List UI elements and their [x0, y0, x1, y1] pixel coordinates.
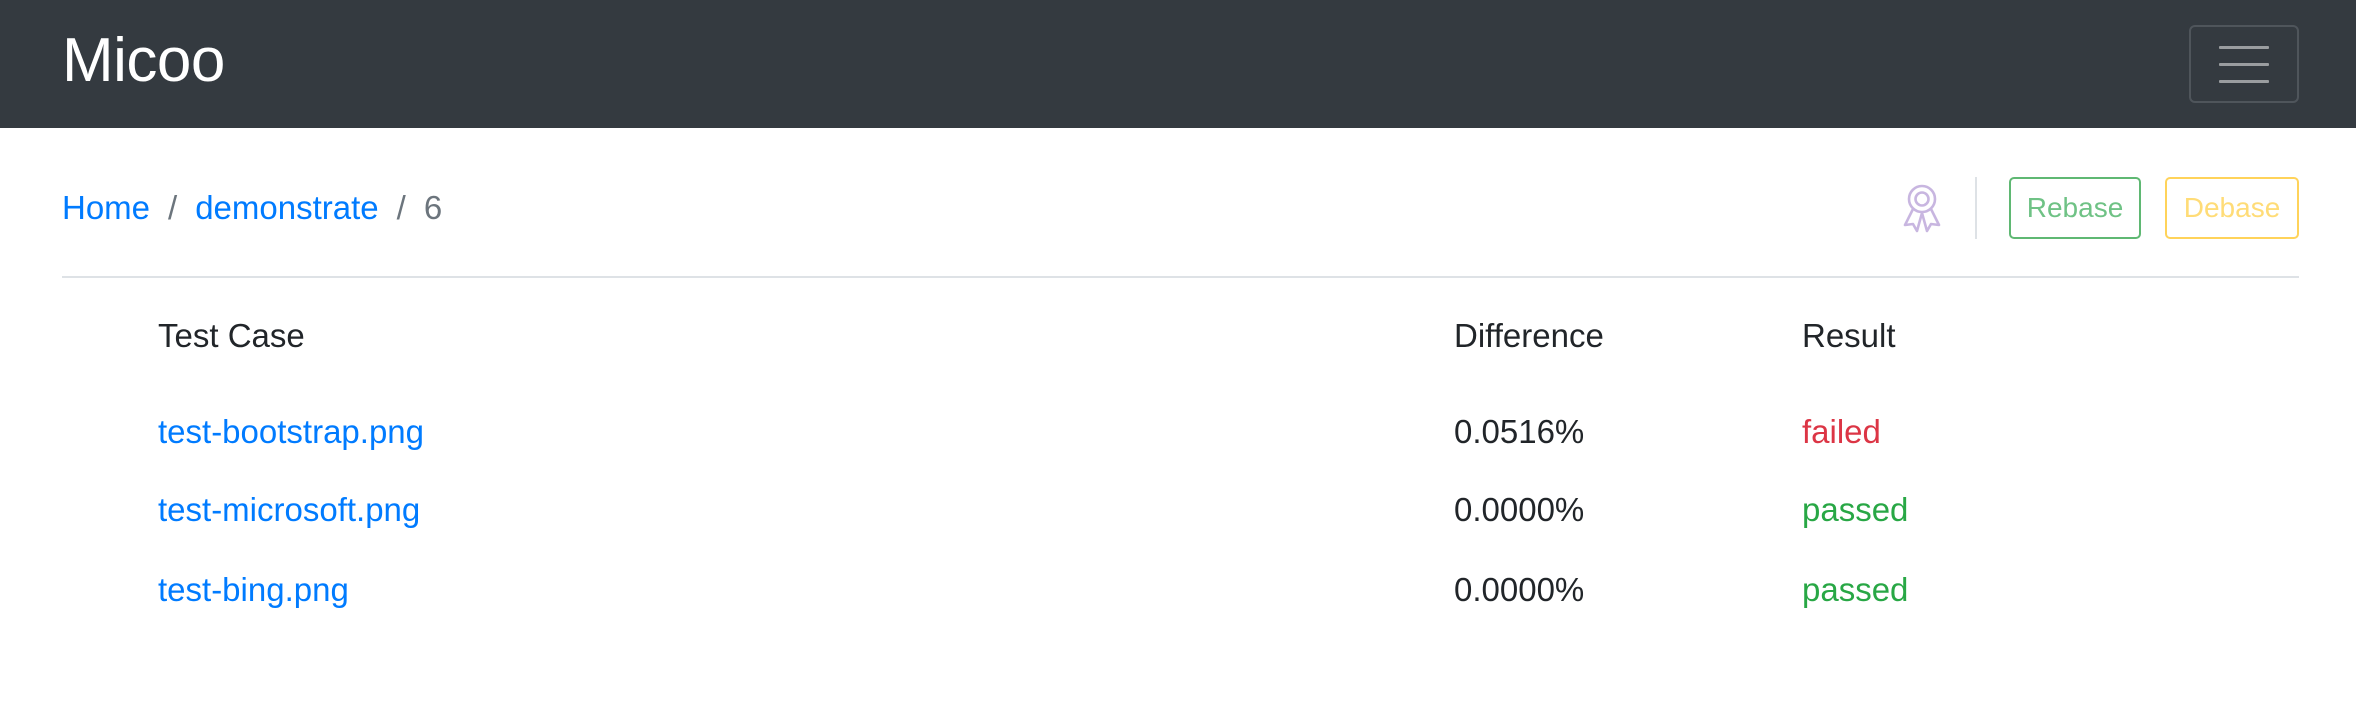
- brand-logo[interactable]: Micoo: [62, 30, 225, 92]
- breadcrumb-project-link[interactable]: demonstrate: [195, 189, 378, 227]
- result-status: passed: [1802, 571, 1909, 608]
- table-header-row: Test Case Difference Result: [62, 278, 2299, 394]
- breadcrumb-separator: /: [396, 189, 406, 226]
- award-ribbon-icon: [1899, 180, 1945, 236]
- column-header-result: Result: [1802, 317, 1896, 354]
- table-row: test-bing.png 0.0000% passed: [62, 550, 2299, 630]
- breadcrumb-separator: /: [168, 189, 178, 226]
- test-case-link[interactable]: test-bing.png: [158, 571, 349, 608]
- result-status: passed: [1802, 491, 1909, 528]
- result-status: failed: [1802, 413, 1881, 450]
- table-row: test-microsoft.png 0.0000% passed: [62, 470, 2299, 550]
- hamburger-icon: [2219, 45, 2269, 49]
- test-case-link[interactable]: test-microsoft.png: [158, 491, 420, 528]
- actions-divider: [1975, 177, 1977, 239]
- debase-button[interactable]: Debase: [2165, 177, 2299, 239]
- breadcrumb-home-link[interactable]: Home: [62, 189, 150, 227]
- breadcrumb-current-build: 6: [423, 189, 443, 226]
- build-actions: Rebase Debase: [1899, 177, 2299, 239]
- test-case-link[interactable]: test-bootstrap.png: [158, 413, 424, 450]
- navbar-toggle-button[interactable]: [2189, 25, 2299, 103]
- difference-value: 0.0000%: [1454, 571, 1585, 608]
- main-container: Home / demonstrate / 6 Rebase Debase Tes…: [0, 128, 2356, 630]
- page-header: Home / demonstrate / 6 Rebase Debase: [62, 128, 2299, 278]
- test-results-table: Test Case Difference Result test-bootstr…: [62, 278, 2299, 630]
- breadcrumb: Home / demonstrate / 6: [62, 189, 442, 227]
- table-row: test-bootstrap.png 0.0516% failed: [62, 394, 2299, 470]
- difference-value: 0.0000%: [1454, 491, 1585, 528]
- column-header-test-case: Test Case: [158, 317, 305, 354]
- navbar: Micoo: [0, 0, 2356, 128]
- difference-value: 0.0516%: [1454, 413, 1585, 450]
- rebase-button[interactable]: Rebase: [2009, 177, 2141, 239]
- column-header-difference: Difference: [1454, 317, 1604, 354]
